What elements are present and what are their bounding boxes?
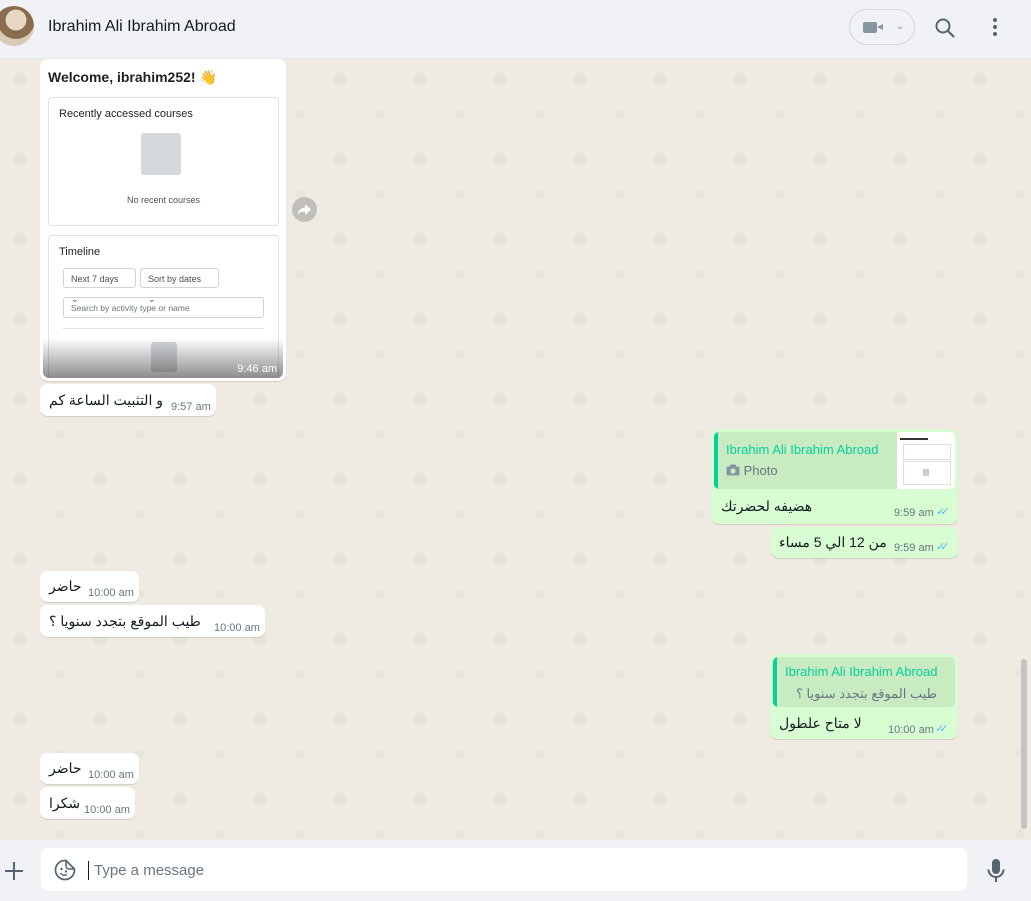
scrollbar[interactable] [1021,659,1027,829]
image-sort-dropdown: Sort by dates ⌄ [140,268,219,304]
double-check-icon: ✓✓ [936,541,950,553]
voice-message-button[interactable] [985,858,1007,884]
forward-icon [297,204,311,215]
image-activity-search: Search by activity type or name [63,297,264,318]
quoted-message[interactable]: Ibrahim Ali Ibrahim Abroad طيب الموقع بت… [773,657,955,707]
image-recent-title: Recently accessed courses [59,108,193,120]
message-time: 10:00 am [888,724,934,736]
message-time: 10:00 am [88,769,134,781]
message-text: حاضر [49,578,82,594]
image-welcome-text: Welcome, ibrahim252! 👋 [48,69,217,85]
message-text: من 12 الي 5 مساء [779,534,887,550]
quote-sender: Ibrahim Ali Ibrahim Abroad [726,442,879,457]
quote-sender: Ibrahim Ali Ibrahim Abroad [785,664,938,679]
quote-bar [714,432,718,489]
image-recent-courses-card: Recently accessed courses No recent cour… [48,97,279,226]
chat-header: Ibrahim Ali Ibrahim Abroad ⌄ [0,0,1031,59]
message-input-box[interactable] [41,848,967,891]
message-time: 9:59 am [894,507,934,519]
menu-icon [993,18,997,36]
sticker-button[interactable] [54,859,76,881]
message-input[interactable] [92,856,946,885]
message-text: شكرا [49,795,81,811]
composer [0,840,1031,901]
search-icon [935,18,955,38]
message-time: 10:00 am [214,622,260,634]
chevron-down-icon: ⌄ [896,21,905,32]
message-time: 9:46 am [237,363,277,375]
message-list[interactable]: Welcome, ibrahim252! 👋 Recently accessed… [0,59,1031,840]
quoted-message[interactable]: Ibrahim Ali Ibrahim Abroad Photo [714,432,955,489]
message-time: 10:00 am [84,804,130,816]
message-time: 9:59 am [894,542,934,554]
video-call-icon [863,22,883,33]
double-check-icon: ✓✓ [935,723,949,735]
menu-button[interactable] [983,16,1007,40]
incoming-message[interactable]: حاضر 10:00 am [40,571,139,602]
message-text: لا متاح علطول [779,715,862,731]
message-time: 9:57 am [171,401,211,413]
incoming-message[interactable]: طيب الموقع بتجدد سنويا ؟ 10:00 am [40,605,265,637]
incoming-message[interactable]: حاضر 10:00 am [40,753,139,784]
mic-icon [987,859,1005,882]
attach-button[interactable] [2,859,26,883]
outgoing-message[interactable]: Ibrahim Ali Ibrahim Abroad طيب الموقع بت… [770,654,958,739]
quote-bar [773,657,777,707]
message-image[interactable]: Welcome, ibrahim252! 👋 Recently accessed… [43,59,283,378]
video-call-button[interactable]: ⌄ [849,9,915,45]
contact-name[interactable]: Ibrahim Ali Ibrahim Abroad [48,18,236,36]
outgoing-message[interactable]: من 12 الي 5 مساء 9:59 am ✓✓ [771,527,958,558]
image-message[interactable]: Welcome, ibrahim252! 👋 Recently accessed… [40,59,286,381]
quote-body: طيب الموقع بتجدد سنويا ؟ [796,686,937,701]
search-button[interactable] [933,16,957,40]
forward-button[interactable] [292,197,317,222]
quote-body: Photo [726,463,778,478]
contact-avatar[interactable] [0,6,34,46]
message-text: و التثبيت الساعة كم [49,392,163,408]
quote-thumbnail [897,432,955,489]
plus-icon [5,862,23,880]
image-days-dropdown: Next 7 days ⌄ [63,268,136,304]
incoming-message[interactable]: شكرا 10:00 am [40,787,135,819]
incoming-message[interactable]: و التثبيت الساعة كم 9:57 am [40,384,216,416]
image-no-courses: No recent courses [126,195,201,205]
outgoing-message[interactable]: Ibrahim Ali Ibrahim Abroad Photo هضيفه ل… [711,429,958,524]
message-text: هضيفه لحضرتك [721,498,813,514]
text-caret [88,861,89,880]
double-check-icon: ✓✓ [936,506,950,518]
message-time: 10:00 am [88,587,134,599]
courses-illustration [141,133,181,175]
message-text: حاضر [49,760,82,776]
camera-icon [726,464,740,476]
sticker-icon [54,859,76,881]
divider [63,328,264,329]
message-text: طيب الموقع بتجدد سنويا ؟ [49,613,201,629]
image-timeline-title: Timeline [59,246,101,258]
